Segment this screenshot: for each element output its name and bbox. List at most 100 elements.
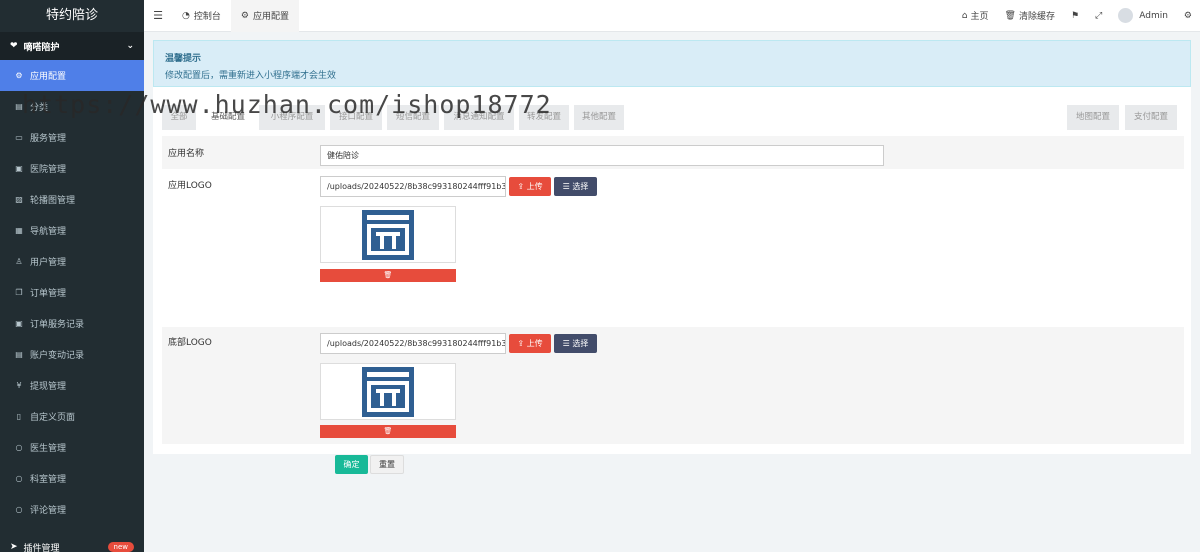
footer-logo-preview	[320, 363, 456, 420]
sidebar-item-13[interactable]: ○ 科室管理	[0, 463, 144, 494]
sidebar-item-label: 插件管理	[23, 543, 60, 552]
top-header: ☰ ◔ 控制台 ⚙ 应用配置 ⌂ 主页 🗑 清除缓存 ⚑ ⤢ Admin ⚙	[144, 0, 1200, 32]
gear-icon: ⚙	[15, 71, 23, 80]
list-icon: ☰	[562, 339, 570, 348]
tab-app-config[interactable]: ⚙ 应用配置	[230, 0, 299, 32]
card-icon: ▭	[15, 133, 23, 142]
file-icon: ▯	[16, 412, 22, 421]
tab-label: 应用配置	[252, 12, 289, 22]
home-icon: ⌂	[961, 10, 968, 21]
menu-toggle-icon[interactable]: ☰	[144, 9, 172, 22]
app-name-label: 应用名称	[168, 149, 205, 159]
settings-icon[interactable]: ⚙	[1176, 11, 1200, 21]
footer-logo-input[interactable]: /uploads/20240522/8b38c993180244fff91b35…	[320, 333, 506, 354]
sidebar-item-11[interactable]: ▯ 自定义页面	[0, 401, 144, 432]
sidebar-item-label: 科室管理	[30, 475, 67, 485]
home-link[interactable]: ⌂ 主页	[954, 9, 997, 23]
tab-other[interactable]: 其他配置	[574, 105, 624, 130]
upload-label: 上传	[526, 339, 543, 348]
chevron-down-icon: ⌄	[126, 41, 134, 51]
sidebar-item-12[interactable]: ○ 医生管理	[0, 432, 144, 463]
sidebar-item-label: 订单服务记录	[30, 320, 85, 330]
fullscreen-icon[interactable]: ⤢	[1087, 11, 1110, 21]
copy-icon: ❐	[15, 288, 23, 297]
tab-map[interactable]: 地图配置	[1067, 105, 1119, 130]
clear-cache-label: 清除缓存	[1018, 12, 1055, 22]
tip-text: 修改配置后，需重新进入小程序端才会生效	[165, 71, 337, 81]
app-logo-select-button[interactable]: ☰ 选择	[554, 177, 597, 196]
sidebar-item-10[interactable]: ¥ 提现管理	[0, 370, 144, 401]
footer-logo-select-button[interactable]: ☰ 选择	[554, 334, 597, 353]
dashboard-icon: ◔	[182, 10, 190, 21]
sidebar-item-label: 服务管理	[30, 134, 67, 144]
footer-logo-delete-button[interactable]: 🗑	[320, 425, 456, 438]
sidebar-item-4[interactable]: ▨ 轮播图管理	[0, 184, 144, 215]
heart-icon: ❤	[10, 41, 18, 51]
sidebar-item-label: 提现管理	[30, 382, 67, 392]
user-menu[interactable]: Admin	[1110, 8, 1176, 23]
sidebar-group-label: 嘀嗒陪护	[23, 42, 60, 53]
yen-icon: ¥	[16, 381, 22, 390]
app-logo-input[interactable]: /uploads/20240522/8b38c993180244fff91b35…	[320, 176, 506, 197]
upload-label: 上传	[526, 182, 543, 191]
sidebar-item-2[interactable]: ▭ 服务管理	[0, 122, 144, 153]
paper-plane-icon: ➤	[10, 542, 18, 552]
new-badge: new	[107, 542, 134, 552]
sidebar-item-8[interactable]: ▣ 订单服务记录	[0, 308, 144, 339]
trash-icon: 🗑	[383, 427, 393, 435]
tab-label: 控制台	[193, 12, 221, 22]
language-icon[interactable]: ⚑	[1063, 11, 1087, 21]
sidebar-item-label: 轮播图管理	[30, 196, 76, 206]
sidebar: 特约陪诊 ❤ 嘀嗒陪护 ⌄ ⚙ 应用配置 ▤ 分类 ▭ 服务管理 ▣ 医院管理 ▨ 轮播图管理 ▦ 导…	[0, 0, 144, 552]
select-label: 选择	[572, 339, 589, 348]
circle-icon: ○	[15, 505, 23, 514]
sidebar-item-label: 医院管理	[30, 165, 67, 175]
app-logo-image	[362, 209, 414, 260]
home-label: 主页	[970, 12, 989, 22]
sidebar-item-14[interactable]: ○ 评论管理	[0, 494, 144, 525]
brand-title: 特约陪诊	[0, 0, 144, 32]
app-name-row: 应用名称 健佑陪诊	[162, 136, 1184, 169]
app-name-input[interactable]: 健佑陪诊	[320, 145, 884, 166]
sidebar-item-9[interactable]: ▤ 账户变动记录	[0, 339, 144, 370]
sidebar-item-label: 用户管理	[30, 258, 67, 268]
sidebar-item-label: 账户变动记录	[30, 351, 85, 361]
upload-icon: ⇪	[517, 339, 525, 348]
sidebar-item-7[interactable]: ❐ 订单管理	[0, 277, 144, 308]
app-logo-upload-button[interactable]: ⇪ 上传	[509, 177, 551, 196]
sidebar-item-label: 应用配置	[30, 72, 67, 82]
tip-callout: 温馨提示 修改配置后，需重新进入小程序端才会生效	[153, 40, 1191, 87]
list-icon: ☰	[562, 182, 570, 191]
sidebar-item-6[interactable]: ♙ 用户管理	[0, 246, 144, 277]
watermark-text: https://www.huzhan.com/ishop18772	[22, 90, 552, 119]
submit-button[interactable]: 确定	[335, 455, 368, 474]
sidebar-item-label: 自定义页面	[30, 413, 76, 423]
sidebar-item-label: 导航管理	[30, 227, 67, 237]
trash-icon: 🗑	[383, 271, 393, 279]
sidebar-group-header[interactable]: ❤ 嘀嗒陪护 ⌄	[0, 32, 144, 60]
gear-icon: ⚙	[240, 10, 249, 21]
table-icon: ▦	[15, 226, 23, 235]
sidebar-item-0[interactable]: ⚙ 应用配置	[0, 60, 144, 91]
circle-icon: ○	[15, 474, 23, 483]
footer-logo-image	[362, 366, 414, 417]
footer-logo-upload-button[interactable]: ⇪ 上传	[509, 334, 551, 353]
tab-dashboard[interactable]: ◔ 控制台	[172, 0, 231, 32]
sidebar-item-label: 医生管理	[30, 444, 67, 454]
sidebar-item-3[interactable]: ▣ 医院管理	[0, 153, 144, 184]
footer-logo-label: 底部LOGO	[168, 338, 212, 348]
list-icon: ▤	[15, 350, 23, 359]
user-name: Admin	[1139, 10, 1168, 21]
image-icon: ▨	[15, 195, 23, 204]
tip-title: 温馨提示	[165, 54, 202, 64]
reset-button[interactable]: 重置	[370, 455, 404, 474]
app-logo-delete-button[interactable]: 🗑	[320, 269, 456, 282]
clear-cache-button[interactable]: 🗑 清除缓存	[997, 9, 1063, 23]
sidebar-item-label: 订单管理	[30, 289, 67, 299]
user-icon: ♙	[15, 257, 23, 266]
sidebar-item-plugins[interactable]: ➤ 插件管理 new	[0, 537, 144, 552]
tab-payment[interactable]: 支付配置	[1125, 105, 1177, 130]
sidebar-item-5[interactable]: ▦ 导航管理	[0, 215, 144, 246]
circle-icon: ○	[15, 443, 23, 452]
footer-logo-row: 底部LOGO /uploads/20240522/8b38c993180244f…	[162, 327, 1184, 444]
